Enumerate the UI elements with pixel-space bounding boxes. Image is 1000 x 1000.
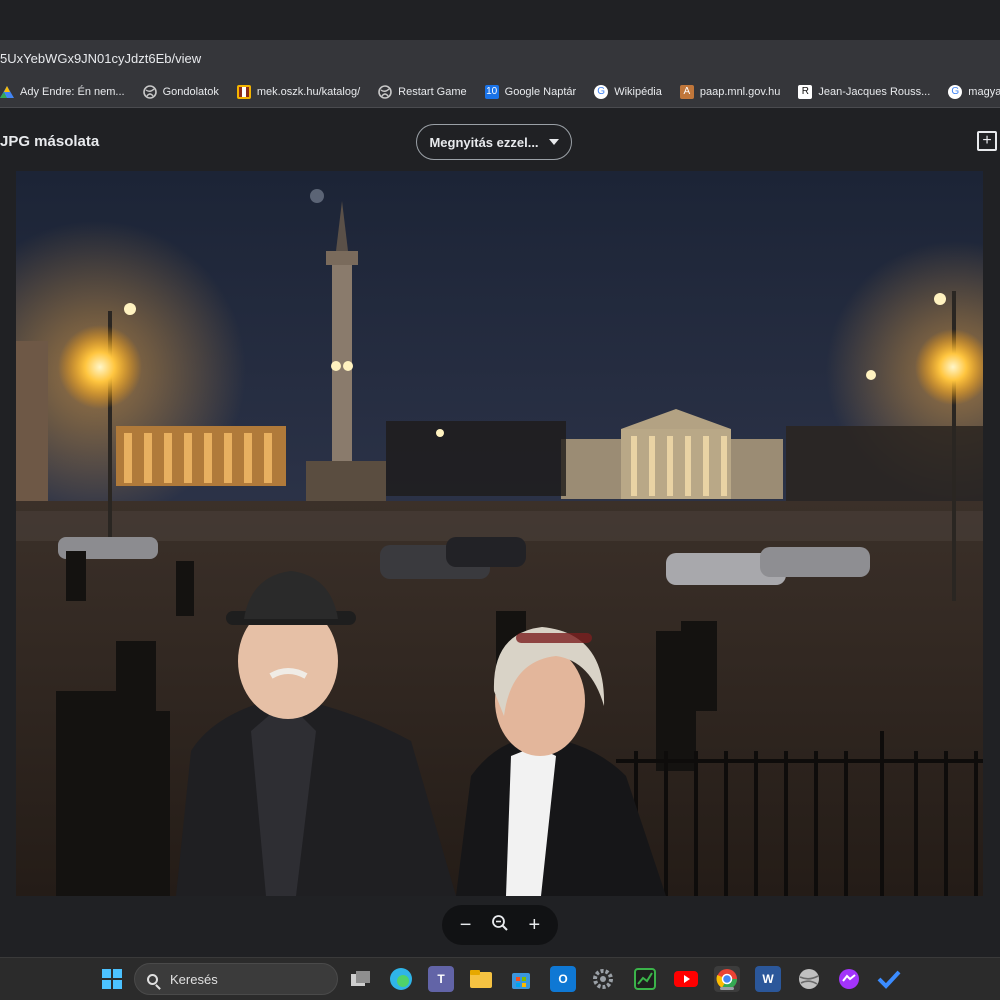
word-icon[interactable]: W — [755, 966, 781, 992]
zoom-out-button[interactable]: − — [460, 915, 472, 935]
youtube-icon[interactable] — [673, 966, 699, 992]
settings-icon[interactable] — [590, 966, 616, 992]
globe-app-icon[interactable] — [796, 966, 822, 992]
google-icon: G — [948, 84, 963, 99]
outlook-icon[interactable]: O — [550, 966, 576, 992]
search-label: Keresés — [170, 971, 218, 987]
bookmark-ady-endre[interactable]: Ady Endre: Én nem... — [0, 85, 125, 99]
bookmark-magyar[interactable]: G magyar — [948, 84, 1000, 99]
bookmark-restart-game[interactable]: Restart Game — [378, 84, 467, 99]
money-app-icon[interactable] — [632, 966, 658, 992]
task-view-icon[interactable] — [348, 966, 374, 992]
file-title: JPG másolata — [0, 133, 100, 150]
address-bar[interactable]: 5UxYebWGx9JN01cyJdzt6Eb/view — [0, 40, 1000, 76]
file-viewer: JPG másolata Megnyitás ezzel... + − + — [0, 109, 1000, 957]
windows-taskbar: Keresés T O W — [0, 957, 1000, 1000]
bookmark-label: paap.mnl.gov.hu — [699, 85, 781, 98]
tab-strip — [0, 0, 1000, 38]
windows-start-icon[interactable] — [99, 966, 125, 992]
bookmark-label: mek.oszk.hu/katalog/ — [256, 85, 361, 98]
edge-icon[interactable] — [388, 966, 414, 992]
url-text[interactable]: 5UxYebWGx9JN01cyJdzt6Eb/view — [0, 51, 201, 66]
photo-illustration — [16, 171, 983, 896]
bookmark-label: Wikipédia — [614, 85, 662, 98]
bookmark-label: Gondolatok — [162, 85, 219, 98]
r-icon: R — [798, 84, 813, 99]
messenger-icon[interactable] — [836, 966, 862, 992]
globe-icon — [378, 84, 392, 99]
bookmark-rousseau[interactable]: R Jean-Jacques Rouss... — [798, 84, 931, 99]
google-icon: G — [594, 84, 609, 99]
drive-icon — [0, 85, 14, 99]
bookmark-mek[interactable]: mek.oszk.hu/katalog/ — [236, 84, 361, 99]
photo-image — [16, 171, 983, 896]
zoom-controls: − + — [442, 905, 558, 945]
zoom-icon[interactable] — [491, 914, 509, 936]
globe-icon — [142, 84, 157, 99]
bookmark-gondolatok[interactable]: Gondolatok — [142, 84, 219, 99]
bookmark-wikipedia[interactable]: G Wikipédia — [594, 84, 662, 99]
taskbar-search[interactable]: Keresés — [134, 963, 338, 995]
calendar-icon: 10 — [484, 84, 499, 99]
bookmark-label: Ady Endre: Én nem... — [20, 85, 125, 98]
caret-down-icon — [548, 139, 559, 145]
bookmark-google-naptar[interactable]: 10 Google Naptár — [484, 84, 577, 99]
open-with-label: Megnyitás ezzel... — [429, 134, 539, 150]
bookmark-label: Restart Game — [398, 85, 467, 98]
chrome-icon[interactable] — [714, 966, 740, 992]
bookmark-label: magyar — [968, 85, 1000, 98]
mnl-icon: A — [679, 84, 694, 99]
teams-icon[interactable]: T — [428, 966, 454, 992]
bookmark-label: Jean-Jacques Rouss... — [818, 85, 931, 98]
bookmark-paap[interactable]: A paap.mnl.gov.hu — [679, 84, 781, 99]
search-icon — [147, 973, 158, 985]
microsoft-store-icon[interactable] — [508, 966, 534, 992]
mek-icon — [236, 84, 251, 99]
file-explorer-icon[interactable] — [468, 966, 494, 992]
todo-icon[interactable] — [876, 966, 902, 992]
add-to-drive-icon[interactable]: + — [977, 131, 997, 151]
bookmarks-bar: Ady Endre: Én nem... Gondolatok mek.oszk… — [0, 76, 1000, 108]
open-with-button[interactable]: Megnyitás ezzel... — [416, 124, 572, 160]
zoom-in-button[interactable]: + — [529, 915, 541, 935]
bookmark-label: Google Naptár — [504, 85, 577, 98]
